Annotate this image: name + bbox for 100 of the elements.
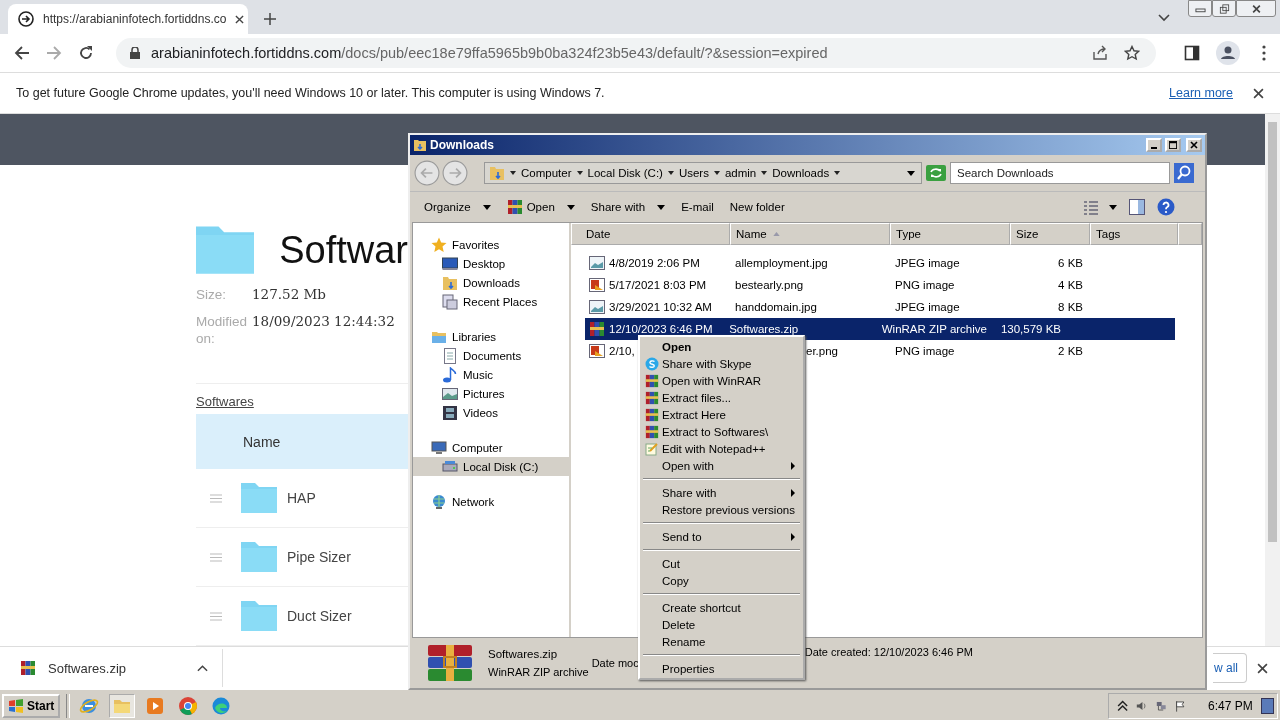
- menu-item[interactable]: Open with: [642, 457, 801, 474]
- close-icon[interactable]: [1253, 87, 1264, 99]
- nav-item[interactable]: Documents: [413, 346, 569, 365]
- close-button[interactable]: [1236, 0, 1276, 17]
- nav-item[interactable]: Computer: [413, 438, 569, 457]
- menu-item[interactable]: Extract files...: [642, 389, 801, 406]
- clock[interactable]: 6:47 PM: [1208, 698, 1253, 713]
- toolbar-button[interactable]: Open: [498, 195, 583, 219]
- nav-item[interactable]: Music: [413, 365, 569, 384]
- folder-name[interactable]: Duct Sizer: [287, 608, 352, 624]
- name-cell[interactable]: bestearly.png: [735, 274, 895, 296]
- size-cell[interactable]: 2 KB: [1015, 340, 1083, 362]
- download-item[interactable]: Softwares.zip: [20, 649, 223, 687]
- profile-avatar-icon[interactable]: [1216, 41, 1240, 65]
- drag-handle-icon[interactable]: [210, 611, 222, 621]
- caret-icon[interactable]: [834, 171, 841, 175]
- breadcrumb-item[interactable]: Downloads: [772, 167, 830, 179]
- breadcrumb-link[interactable]: Softwares: [196, 394, 254, 409]
- toolbar-button[interactable]: Share with: [582, 195, 674, 219]
- caret-icon[interactable]: [667, 171, 674, 175]
- breadcrumb-item[interactable]: Local Disk (C:): [587, 167, 663, 179]
- caret-icon[interactable]: [761, 171, 768, 175]
- type-cell[interactable]: WinRAR ZIP archive: [881, 318, 997, 340]
- type-cell[interactable]: PNG image: [895, 340, 1015, 362]
- size-cell[interactable]: 4 KB: [1015, 274, 1083, 296]
- menu-item[interactable]: Cut: [642, 555, 801, 572]
- menu-item[interactable]: Share with Skype: [642, 355, 801, 372]
- toolbar-button[interactable]: Organize: [416, 195, 499, 219]
- menu-item[interactable]: Copy: [642, 572, 801, 589]
- restore-button[interactable]: [1212, 0, 1236, 17]
- caret-icon[interactable]: [1109, 204, 1117, 210]
- menu-item[interactable]: Send to: [642, 528, 801, 545]
- nav-item[interactable]: Recent Places: [413, 292, 569, 311]
- column-header[interactable]: Tags: [1090, 223, 1178, 245]
- show-desktop-button[interactable]: [1260, 697, 1275, 714]
- search-icon[interactable]: [1174, 163, 1194, 183]
- show-all-button[interactable]: w all: [1213, 653, 1247, 683]
- back-icon[interactable]: [14, 45, 30, 61]
- close-icon[interactable]: [1257, 662, 1268, 674]
- folder-name[interactable]: Pipe Sizer: [287, 549, 351, 565]
- nav-item[interactable]: Videos: [413, 403, 569, 422]
- type-cell[interactable]: PNG image: [895, 274, 1015, 296]
- maximize-button[interactable]: [1165, 138, 1181, 152]
- new-tab-icon[interactable]: [264, 13, 276, 25]
- column-header[interactable]: Date: [571, 223, 730, 245]
- scrollbar[interactable]: [1265, 114, 1280, 646]
- nav-item[interactable]: Desktop: [413, 254, 569, 273]
- nav-item[interactable]: Local Disk (C:): [413, 457, 569, 476]
- star-icon[interactable]: [1124, 45, 1140, 61]
- nav-item[interactable]: Libraries: [413, 327, 569, 346]
- date-cell[interactable]: 5/17/2021 8:03 PM: [607, 274, 735, 296]
- chevron-up-icon[interactable]: [1117, 698, 1129, 713]
- name-cell[interactable]: handdomain.jpg: [735, 296, 895, 318]
- close-tab-icon[interactable]: [235, 14, 245, 24]
- reload-icon[interactable]: [78, 45, 94, 61]
- menu-item[interactable]: Extract Here: [642, 406, 801, 423]
- learn-more-link[interactable]: Learn more: [1169, 86, 1233, 100]
- breadcrumb-item[interactable]: Users: [678, 167, 709, 179]
- size-cell[interactable]: 8 KB: [1015, 296, 1083, 318]
- caret-icon[interactable]: [576, 171, 583, 175]
- column-header[interactable]: Size: [1010, 223, 1090, 245]
- menu-item[interactable]: Create shortcut: [642, 599, 801, 616]
- toolbar-button[interactable]: E-mail: [673, 195, 722, 219]
- menu-item[interactable]: Edit with Notepad++: [642, 440, 801, 457]
- menu-item[interactable]: Open with WinRAR: [642, 372, 801, 389]
- chevron-up-icon[interactable]: [197, 664, 208, 672]
- column-header[interactable]: Name: [730, 223, 890, 245]
- date-cell[interactable]: 4/8/2019 2:06 PM: [607, 252, 735, 274]
- caret-icon[interactable]: [510, 171, 516, 175]
- help-icon[interactable]: [1157, 198, 1175, 216]
- caret-icon[interactable]: [713, 171, 720, 175]
- side-panel-icon[interactable]: [1184, 45, 1200, 61]
- breadcrumb-item[interactable]: admin: [724, 167, 757, 179]
- menu-item[interactable]: Delete: [642, 616, 801, 633]
- drag-handle-icon[interactable]: [210, 493, 222, 503]
- date-cell[interactable]: 3/29/2021 10:32 AM: [607, 296, 735, 318]
- drag-handle-icon[interactable]: [210, 552, 222, 562]
- menu-item[interactable]: Rename: [642, 633, 801, 650]
- menu-icon[interactable]: [1262, 45, 1266, 61]
- menu-item[interactable]: Restore previous versions: [642, 501, 801, 518]
- flag-icon[interactable]: [1174, 698, 1187, 713]
- search-field[interactable]: Search Downloads: [950, 162, 1170, 184]
- nav-item[interactable]: Downloads: [413, 273, 569, 292]
- address-bar[interactable]: arabianinfotech.fortiddns.com/docs/pub/eec18e79ffa5965b9b0ba324f23b5e43/default/?&session=expired: [116, 38, 1156, 68]
- size-cell[interactable]: 6 KB: [1015, 252, 1083, 274]
- view-list-icon[interactable]: [1083, 199, 1099, 215]
- refresh-icon[interactable]: [926, 165, 946, 181]
- address-field[interactable]: Computer Local Disk (C:) Users admin Downloads: [484, 162, 922, 184]
- breadcrumb-item[interactable]: Computer: [521, 167, 572, 179]
- nav-item[interactable]: Network: [413, 492, 569, 511]
- start-button[interactable]: Start: [2, 693, 61, 718]
- chevron-down-icon[interactable]: [1158, 14, 1170, 22]
- preview-pane-icon[interactable]: [1129, 199, 1145, 215]
- folder-name[interactable]: HAP: [287, 490, 316, 506]
- nav-item[interactable]: Favorites: [413, 235, 569, 254]
- menu-item[interactable]: Open: [642, 338, 801, 355]
- toolbar-button[interactable]: New folder: [721, 195, 793, 219]
- menu-item[interactable]: Extract to Softwares\: [642, 423, 801, 440]
- share-icon[interactable]: [1092, 45, 1108, 61]
- type-cell[interactable]: JPEG image: [895, 296, 1015, 318]
